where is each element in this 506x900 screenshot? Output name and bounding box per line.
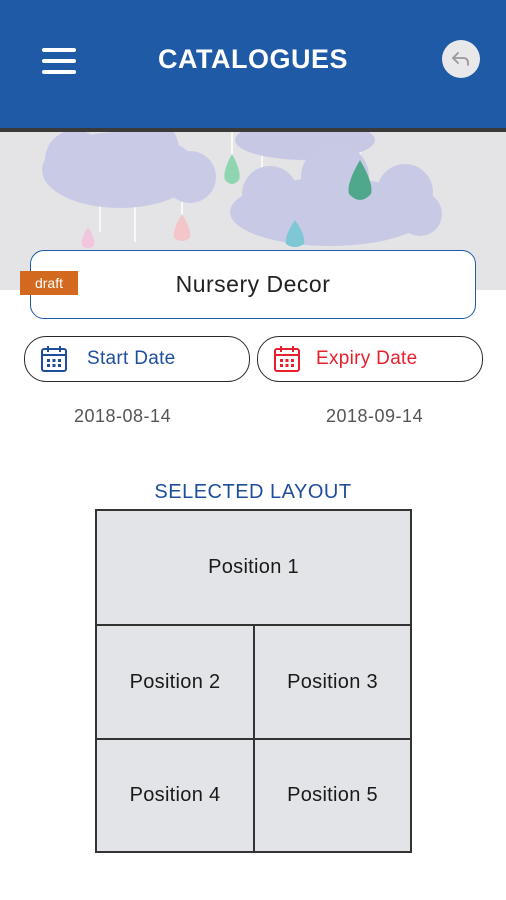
back-arrow-icon xyxy=(452,52,469,66)
layout-position-4[interactable]: Position 4 xyxy=(97,740,253,851)
start-date-button[interactable]: Start Date xyxy=(24,336,250,382)
layout-grid: Position 1 Position 2 Position 3 Positio… xyxy=(95,509,412,853)
layout-position-3[interactable]: Position 3 xyxy=(255,626,410,738)
calendar-icon xyxy=(274,346,300,372)
page-title: CATALOGUES xyxy=(158,44,348,74)
expiry-date-button[interactable]: Expiry Date xyxy=(257,336,483,382)
layout-position-1[interactable]: Position 1 xyxy=(97,511,410,624)
layout-position-2[interactable]: Position 2 xyxy=(97,626,253,738)
grid-divider xyxy=(253,624,255,851)
selected-layout-heading: SELECTED LAYOUT xyxy=(154,481,352,503)
start-date-value: 2018-08-14 xyxy=(74,406,172,426)
start-date-label: Start Date xyxy=(87,348,176,369)
calendar-icon xyxy=(41,346,67,372)
catalogue-name: Nursery Decor xyxy=(175,271,331,297)
expiry-date-label: Expiry Date xyxy=(316,348,418,369)
status-badge: draft xyxy=(20,271,78,295)
expiry-date-value: 2018-09-14 xyxy=(326,406,424,426)
back-button[interactable] xyxy=(442,40,480,78)
catalogue-name-card[interactable]: Nursery Decor xyxy=(30,250,476,319)
layout-position-5[interactable]: Position 5 xyxy=(255,740,410,851)
app-bar: CATALOGUES xyxy=(0,0,506,128)
